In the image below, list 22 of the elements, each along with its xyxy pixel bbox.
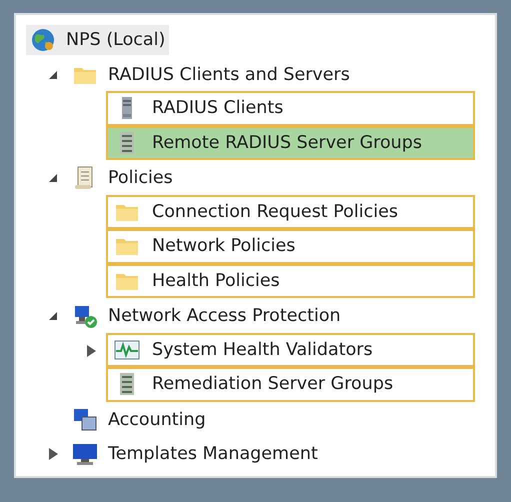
tree-item[interactable]: System Health Validators <box>106 332 475 367</box>
tree-item[interactable]: Health Policies <box>106 264 475 298</box>
tree-item[interactable]: Accounting <box>68 404 210 435</box>
tree-item[interactable]: Connection Request Policies <box>106 194 475 229</box>
tree-item[interactable]: RADIUS Clients <box>106 91 475 126</box>
computers-icon <box>72 406 98 433</box>
collapse-arrow-icon[interactable] <box>49 174 57 182</box>
tree-item[interactable]: Network Policies <box>106 229 475 264</box>
expand-arrow-icon[interactable] <box>48 448 58 460</box>
collapse-arrow-icon[interactable] <box>49 312 57 320</box>
collapse-arrow-icon[interactable] <box>49 70 57 79</box>
expand-arrow-icon[interactable] <box>86 344 96 357</box>
tree-item[interactable]: RADIUS Clients and Servers <box>68 60 354 90</box>
monitor-icon <box>72 441 98 468</box>
computer-check-icon <box>72 303 98 330</box>
tree-item[interactable]: Network Access Protection <box>68 301 345 332</box>
tree-item[interactable]: Templates Management <box>68 439 322 470</box>
tree-item[interactable]: Remote RADIUS Server Groups <box>106 126 475 160</box>
tree-item[interactable]: Policies <box>68 163 177 194</box>
globe-icon <box>30 27 56 54</box>
tree-item[interactable]: Remediation Server Groups <box>106 367 475 402</box>
tree-item[interactable]: NPS (Local) <box>26 25 170 56</box>
